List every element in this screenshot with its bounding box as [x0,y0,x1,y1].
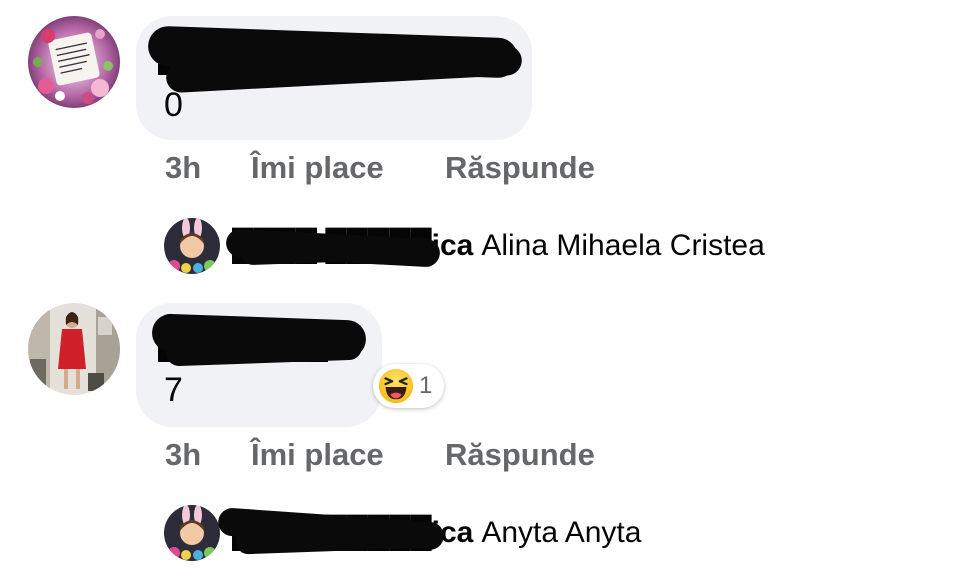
comment-1-timestamp[interactable]: 3h [165,152,201,183]
comment-2-reply-button[interactable]: Răspunde [445,439,595,470]
reply-1-text: Alina Mihaela Cristea [481,229,765,262]
haha-emoji-icon [378,368,414,404]
reaction-summary[interactable]: 1 [373,364,445,408]
reply-2-avatar[interactable] [164,505,220,561]
comment-2-timestamp[interactable]: 3h [165,439,201,470]
comment-2-bubble[interactable]: ████████ 7 [136,303,382,427]
comment-1-bubble[interactable]: ██████ ██████ 0 [136,16,532,140]
comment-1-reply-button[interactable]: Răspunde [445,152,595,183]
reply-1-preview[interactable]: ████ █████icaAlina Mihaela Cristea [225,226,765,268]
woman-red-dress-avatar-image [28,303,120,395]
child-avatar-image [164,218,220,274]
commenter-2-avatar[interactable] [28,303,120,395]
comment-thread: ██████ ██████ 0 3h Îmi place Răspunde ██… [0,0,959,583]
commenter-1-avatar[interactable] [28,16,120,108]
comment-2-like-button[interactable]: Îmi place [251,439,384,470]
child-avatar-image [164,505,220,561]
comment-1-text: 0 [164,86,183,124]
comment-2-text: 7 [164,371,183,409]
reply-2-preview[interactable]: ████ █████icaAnyta Anyta [217,507,642,555]
reply-1-avatar[interactable] [164,218,220,274]
comment-1-like-button[interactable]: Îmi place [251,152,384,183]
reaction-count: 1 [419,372,433,399]
floral-avatar-image [28,16,120,108]
reply-2-text: Anyta Anyta [481,516,642,549]
author-redaction-scribble [165,333,363,367]
